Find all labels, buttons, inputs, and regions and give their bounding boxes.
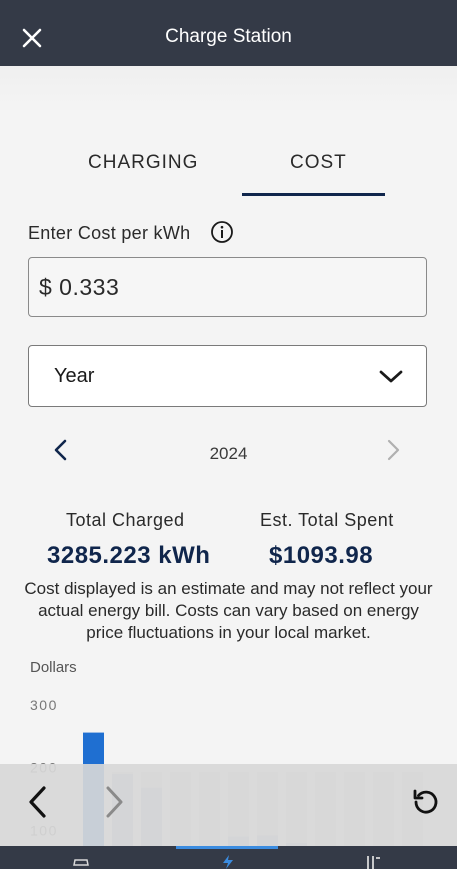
- main-content: CHARGING COST Enter Cost per kWh $ 0.333…: [0, 66, 457, 869]
- period-select[interactable]: Year: [28, 345, 427, 407]
- top-app-bar: Charge Station: [0, 0, 457, 66]
- next-year-icon[interactable]: [382, 438, 404, 462]
- reload-icon[interactable]: [410, 786, 442, 818]
- cost-disclaimer: Cost displayed is an estimate and may no…: [24, 579, 433, 642]
- vehicle-icon[interactable]: [72, 855, 90, 869]
- total-charged-label: Total Charged: [66, 510, 185, 530]
- info-icon[interactable]: [210, 220, 234, 244]
- y-axis-label: Dollars: [30, 659, 77, 676]
- total-charged-value: 3285.223 kWh: [47, 542, 211, 569]
- tools-icon[interactable]: [365, 855, 383, 869]
- est-total-spent-label: Est. Total Spent: [260, 510, 394, 530]
- chevron-down-icon: [379, 370, 403, 383]
- browser-bottom-bar: [0, 764, 457, 846]
- forward-arrow-icon[interactable]: [100, 784, 128, 820]
- page-title: Charge Station: [165, 26, 292, 47]
- bottom-nav: [0, 846, 457, 869]
- back-arrow-icon[interactable]: [24, 784, 52, 820]
- tab-cost[interactable]: COST: [290, 152, 347, 174]
- cost-per-kwh-label: Enter Cost per kWh: [28, 223, 191, 243]
- period-select-value: Year: [54, 365, 95, 387]
- active-tab-indicator: [242, 193, 385, 196]
- y-tick-label: 300: [30, 697, 58, 713]
- cost-value: $ 0.333: [39, 274, 120, 300]
- est-total-spent-value: $1093.98: [269, 542, 374, 569]
- cost-per-kwh-input[interactable]: $ 0.333: [28, 257, 427, 317]
- active-nav-indicator: [176, 846, 278, 849]
- charge-bolt-icon[interactable]: [219, 855, 237, 869]
- tab-charging[interactable]: CHARGING: [88, 152, 198, 174]
